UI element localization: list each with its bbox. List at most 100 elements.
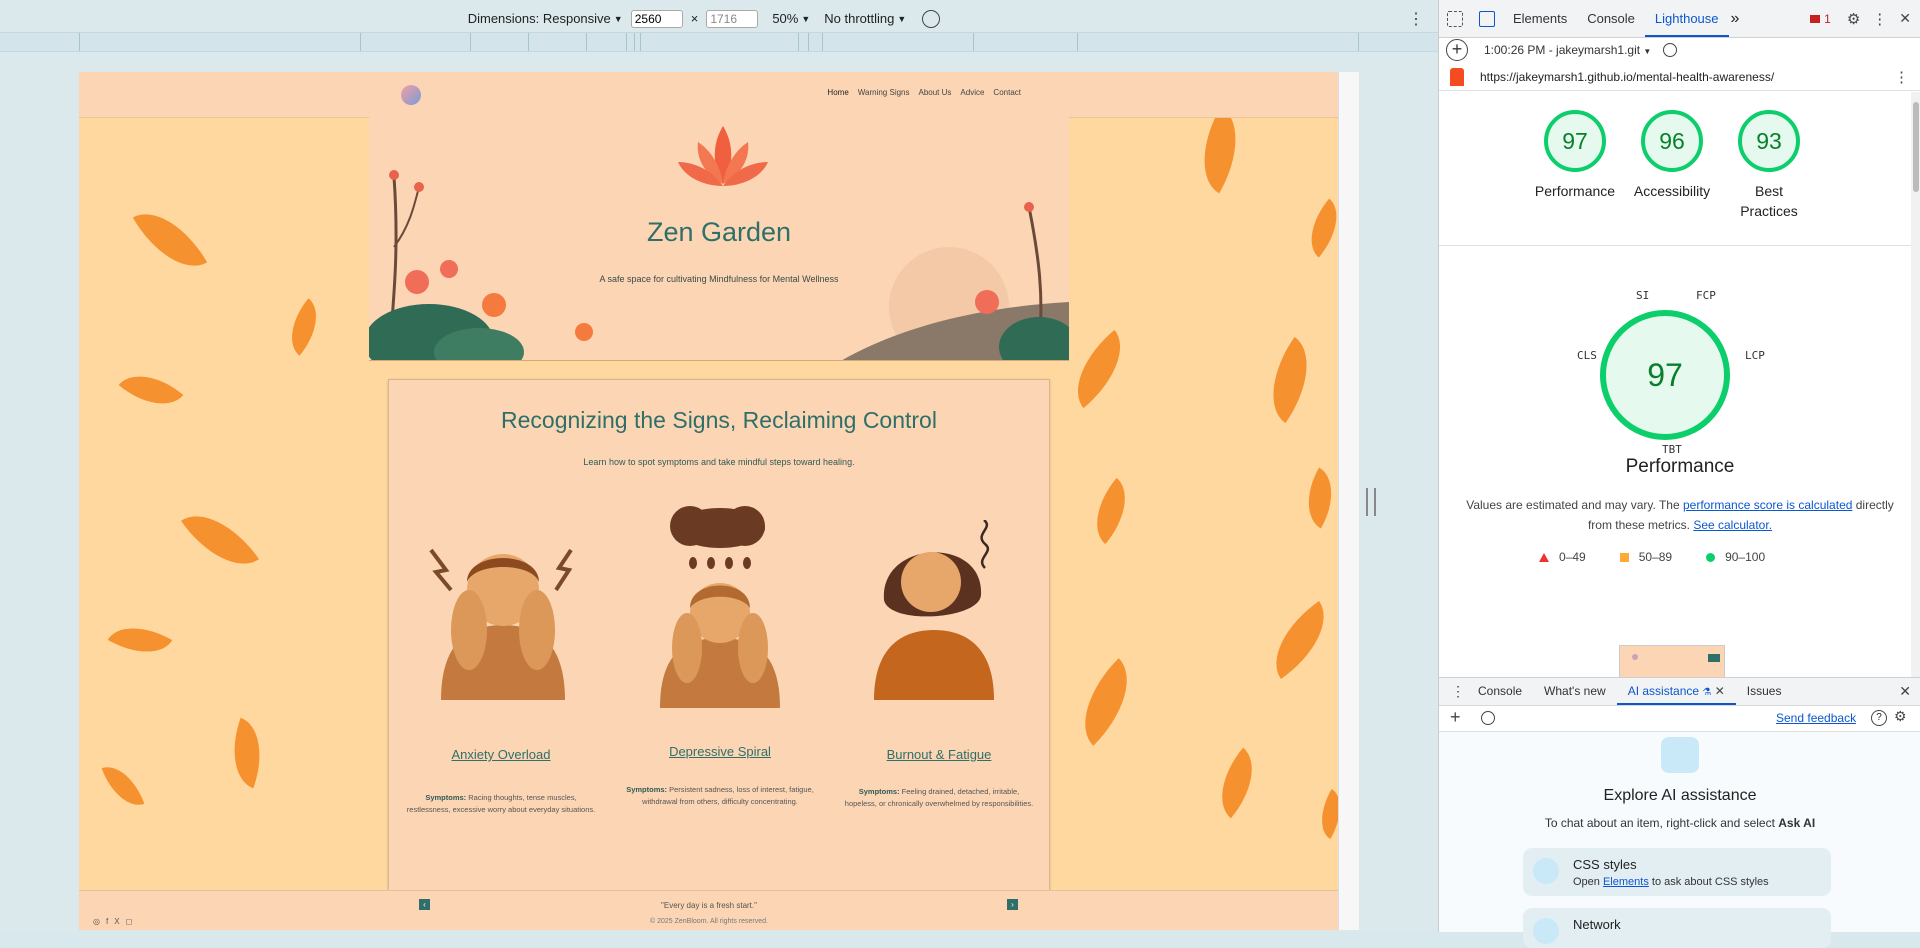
tab-elements[interactable]: Elements bbox=[1503, 0, 1577, 37]
note-text: Values are estimated and may vary. The bbox=[1466, 498, 1683, 512]
more-options-icon[interactable]: ⋮ bbox=[1872, 10, 1887, 28]
devtools-panel: Elements Console Lighthouse » 1 ⚙ ⋮ ✕ + … bbox=[1438, 0, 1920, 948]
score-best-practices[interactable]: 93 Best Practices bbox=[1719, 110, 1819, 221]
device-toolbar: Dimensions: Responsive▼ × 50%▼ No thrott… bbox=[0, 5, 1438, 32]
leaf-decoration bbox=[1062, 658, 1150, 746]
score-performance[interactable]: 97 Performance bbox=[1525, 110, 1625, 201]
logo-icon: ◎ bbox=[93, 917, 100, 926]
rotate-icon[interactable] bbox=[922, 9, 941, 28]
nav-link-advice[interactable]: Advice bbox=[960, 88, 984, 97]
tab-lighthouse[interactable]: Lighthouse bbox=[1644, 0, 1729, 37]
depression-illustration bbox=[660, 506, 780, 708]
throttling-label: No throttling bbox=[824, 11, 895, 26]
drawer-menu-icon[interactable]: ⋮ bbox=[1451, 683, 1465, 700]
page-screenshot-thumbnail[interactable] bbox=[1619, 645, 1725, 679]
drawer-tab-issues[interactable]: Issues bbox=[1736, 678, 1793, 705]
ai-description: To chat about an item, right-click and s… bbox=[1439, 816, 1920, 830]
burnout-illustration bbox=[874, 520, 994, 700]
dimensions-dropdown[interactable]: Dimensions: Responsive ▼ bbox=[468, 11, 623, 26]
viewport-resize-handle[interactable] bbox=[1366, 488, 1376, 516]
nav-link-home[interactable]: Home bbox=[827, 88, 848, 97]
clear-icon[interactable] bbox=[1663, 43, 1678, 57]
issues-flag-icon bbox=[1810, 14, 1821, 23]
new-report-icon[interactable]: + bbox=[1446, 39, 1468, 61]
sign-title[interactable]: Burnout & Fatigue bbox=[844, 747, 1034, 762]
page-viewport: Home Warning Signs About Us Advice Conta… bbox=[79, 72, 1359, 930]
sign-symptoms: Symptoms: Racing thoughts, tense muscles… bbox=[406, 792, 596, 816]
thumbnail-accent bbox=[1708, 654, 1720, 662]
issues-badge[interactable]: 1 bbox=[1810, 12, 1831, 26]
nav-link-about-us[interactable]: About Us bbox=[919, 88, 952, 97]
history-icon[interactable] bbox=[1481, 711, 1495, 725]
drawer-tab-whats-new[interactable]: What's new bbox=[1533, 678, 1617, 705]
leaf-decoration bbox=[1203, 747, 1271, 819]
nav-link-warning-signs[interactable]: Warning Signs bbox=[858, 88, 910, 97]
close-drawer-icon[interactable]: ✕ bbox=[1899, 683, 1911, 700]
x-icon[interactable]: X bbox=[114, 917, 119, 926]
height-input[interactable] bbox=[706, 9, 759, 28]
scroll-thumb[interactable] bbox=[1913, 102, 1919, 192]
width-input[interactable] bbox=[630, 9, 683, 28]
settings-icon[interactable]: ⚙ bbox=[1847, 10, 1860, 28]
legend-fail: 0–49 bbox=[1539, 550, 1586, 564]
drawer-tabbar: ⋮ Console What's new AI assistance ⚗ ✕ I… bbox=[1439, 677, 1920, 706]
drawer-tab-ai-assistance[interactable]: AI assistance ⚗ ✕ bbox=[1616, 678, 1736, 705]
symptoms-label: Symptoms: bbox=[858, 787, 900, 796]
leaf-decoration bbox=[107, 612, 173, 668]
category-scores: 97 Performance 96 Accessibility 93 Best … bbox=[1439, 110, 1920, 240]
metric-label-fcp: FCP bbox=[1696, 289, 1716, 302]
more-tabs-icon[interactable]: » bbox=[1731, 10, 1740, 28]
zoom-dropdown[interactable]: 50% ▼ bbox=[772, 11, 810, 26]
score-gauge: 97 bbox=[1544, 110, 1606, 172]
caret-down-icon: ▼ bbox=[1643, 47, 1652, 56]
site-footer: ‹ › "Every day is a fresh start." © 2025… bbox=[79, 890, 1339, 930]
facebook-icon[interactable]: f bbox=[106, 917, 108, 926]
settings-icon[interactable]: ⚙ bbox=[1894, 708, 1907, 725]
report-menu-icon[interactable]: ⋮ bbox=[1894, 68, 1909, 86]
page-scrollbar[interactable] bbox=[1338, 72, 1359, 930]
drawer-tab-console[interactable]: Console bbox=[1467, 678, 1533, 705]
device-toolbar-icon[interactable] bbox=[1479, 10, 1495, 27]
instagram-icon[interactable]: ◻ bbox=[126, 917, 133, 926]
sign-title[interactable]: Depressive Spiral bbox=[625, 744, 815, 759]
metric-label-si: SI bbox=[1636, 289, 1650, 302]
section-subtitle: Learn how to spot symptoms and take mind… bbox=[583, 457, 855, 467]
metric-label-tbt: TBT bbox=[1662, 443, 1682, 456]
caret-down-icon: ▼ bbox=[613, 13, 623, 24]
new-chat-icon[interactable]: + bbox=[1450, 707, 1461, 728]
tab-console[interactable]: Console bbox=[1577, 0, 1645, 37]
leaf-decoration bbox=[132, 196, 208, 284]
sign-title[interactable]: Anxiety Overload bbox=[406, 747, 596, 762]
score-gauge: 93 bbox=[1738, 110, 1800, 172]
symptoms-text: Persistent sadness, loss of interest, fa… bbox=[642, 785, 814, 806]
leaf-decoration bbox=[1256, 601, 1344, 679]
more-options-icon[interactable]: ⋮ bbox=[1408, 9, 1424, 29]
score-label: Performance bbox=[1534, 183, 1616, 199]
ai-assistance-panel: Explore AI assistance To chat about an i… bbox=[1439, 732, 1920, 948]
score-calculated-link[interactable]: performance score is calculated bbox=[1683, 498, 1852, 512]
score-accessibility[interactable]: 96 Accessibility bbox=[1622, 110, 1722, 201]
score-legend: 0–49 50–89 90–100 bbox=[1539, 550, 1765, 564]
close-icon[interactable]: ✕ bbox=[1899, 10, 1911, 27]
see-calculator-link[interactable]: See calculator. bbox=[1693, 518, 1772, 532]
inspect-element-icon[interactable] bbox=[1447, 10, 1463, 27]
nav-link-contact[interactable]: Contact bbox=[993, 88, 1021, 97]
report-time: 1:00:26 PM - jakeymarsh1.git bbox=[1484, 43, 1641, 57]
elements-link[interactable]: Elements bbox=[1603, 876, 1649, 888]
card-desc-text: to ask about CSS styles bbox=[1648, 876, 1769, 888]
copyright-text: © 2025 ZenBloom. All rights reserved. bbox=[650, 918, 768, 925]
throttling-dropdown[interactable]: No throttling ▼ bbox=[824, 11, 906, 26]
metric-label-cls: CLS bbox=[1577, 349, 1597, 362]
warning-signs-card: Recognizing the Signs, Reclaiming Contro… bbox=[388, 379, 1050, 930]
send-feedback-link[interactable]: Send feedback bbox=[1776, 711, 1856, 725]
lighthouse-scrollbar[interactable] bbox=[1911, 92, 1920, 677]
lotus-icon bbox=[678, 126, 768, 186]
fail-triangle-icon bbox=[1539, 552, 1549, 562]
site-logo[interactable] bbox=[401, 85, 421, 105]
report-selector[interactable]: 1:00:26 PM - jakeymarsh1.git ▼ bbox=[1484, 43, 1651, 57]
help-icon[interactable]: ? bbox=[1871, 710, 1887, 726]
ai-card-network[interactable]: Network bbox=[1523, 908, 1831, 948]
ai-card-css-styles[interactable]: CSS styles Open Elements to ask about CS… bbox=[1523, 848, 1831, 896]
close-tab-icon[interactable]: ✕ bbox=[1715, 684, 1725, 698]
symptoms-label: Symptoms: bbox=[626, 785, 668, 794]
